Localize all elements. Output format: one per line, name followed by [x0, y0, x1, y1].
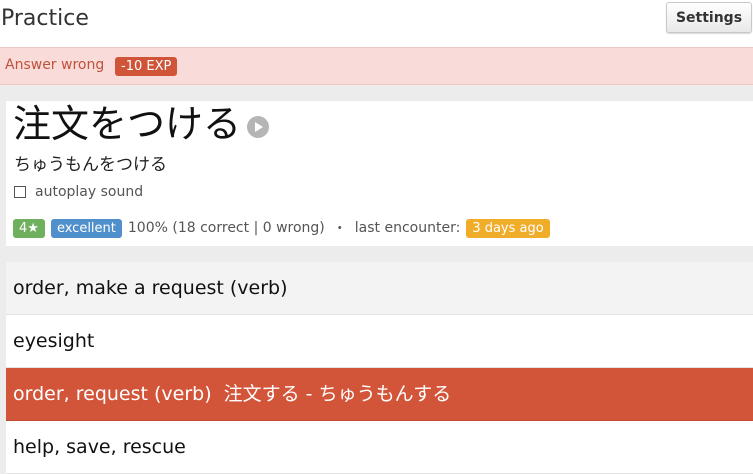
- word-kanji: 注文をつける: [13, 102, 242, 146]
- option-text: order, request (verb): [13, 383, 212, 405]
- stats-separator: ・: [332, 221, 347, 237]
- option-text: eyesight: [13, 330, 95, 352]
- last-encounter-label: last encounter:: [354, 220, 461, 236]
- answer-options: order, make a request (verb) eyesight or…: [6, 262, 753, 474]
- answer-option[interactable]: order, make a request (verb): [6, 262, 753, 315]
- option-text: help, save, rescue: [13, 436, 186, 458]
- word-row: 注文をつける: [13, 101, 270, 147]
- answer-alert: Answer wrong -10 EXP: [0, 47, 753, 85]
- top-bar: Practice Settings: [0, 0, 753, 47]
- play-sound-icon[interactable]: [247, 116, 270, 138]
- stars-badge: 4★: [13, 218, 45, 238]
- word-card: 注文をつける ちゅうもんをつける autoplay sound 4★ excel…: [6, 101, 753, 246]
- last-encounter-badge: 3 days ago: [466, 218, 550, 238]
- answer-option-wrong[interactable]: order, request (verb) 注文する - ちゅうもんする: [6, 368, 753, 421]
- exp-badge: -10 EXP: [115, 57, 178, 76]
- answer-option[interactable]: eyesight: [6, 315, 753, 368]
- stats-summary: 100% (18 correct | 0 wrong): [127, 220, 325, 236]
- option-word-hint: 注文する - ちゅうもんする: [223, 383, 452, 405]
- autoplay-toggle[interactable]: autoplay sound: [14, 184, 143, 200]
- option-text: order, make a request (verb): [13, 277, 288, 299]
- answer-option[interactable]: help, save, rescue: [6, 421, 753, 474]
- autoplay-checkbox[interactable]: [14, 186, 26, 198]
- autoplay-label: autoplay sound: [35, 184, 144, 200]
- word-stats: 4★ excellent 100% (18 correct | 0 wrong)…: [13, 218, 550, 238]
- word-reading: ちゅうもんをつける: [14, 155, 167, 175]
- alert-message: Answer wrong: [5, 57, 105, 73]
- level-badge: excellent: [50, 218, 122, 238]
- settings-button[interactable]: Settings: [666, 2, 752, 33]
- page-title: Practice: [1, 6, 89, 31]
